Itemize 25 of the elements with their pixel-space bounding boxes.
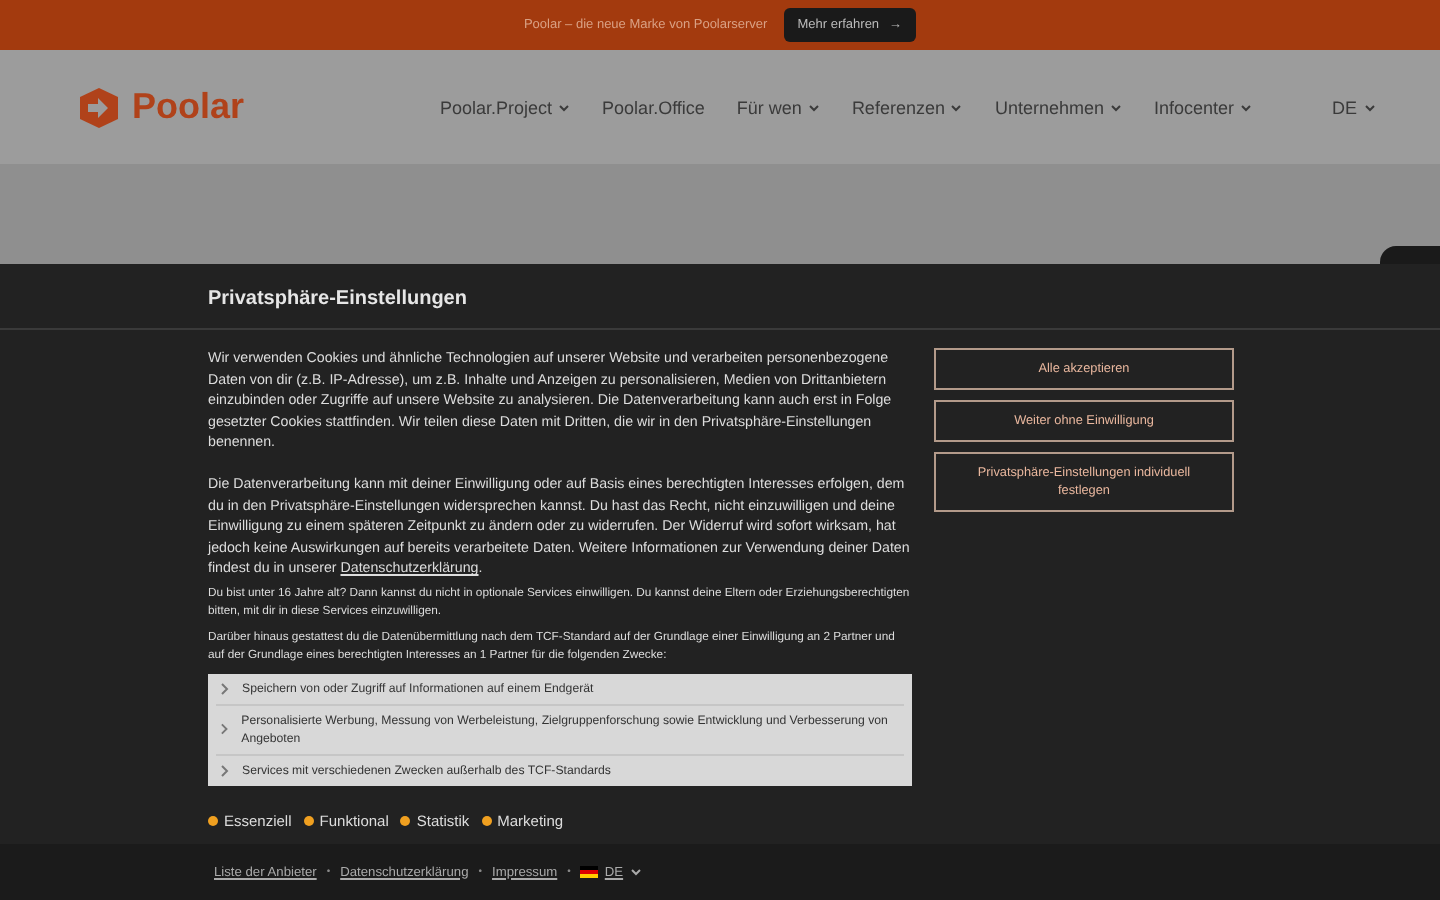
language-selector[interactable]: DE (1332, 97, 1376, 117)
nav-link[interactable]: Poolar.Office (602, 97, 705, 117)
caret-icon (1110, 103, 1123, 111)
nav-link[interactable]: Unternehmen (994, 97, 1123, 117)
nav-link[interactable]: Referenzen (851, 97, 963, 117)
flag-icon (580, 866, 599, 878)
category-dot (208, 815, 218, 826)
category-dot (400, 815, 411, 826)
nav-link[interactable]: Infocenter (1154, 97, 1253, 117)
caret-icon (1363, 103, 1376, 111)
caret-icon (1240, 103, 1253, 111)
caret-icon (950, 103, 963, 111)
nav-link[interactable]: Für wen (736, 97, 820, 117)
category-dot (481, 815, 492, 826)
nav-link[interactable]: Poolar.Project (440, 97, 571, 117)
chevron-icon (220, 681, 230, 696)
logo-icon (78, 87, 120, 127)
chevron-icon (220, 722, 230, 737)
caret-icon (807, 103, 820, 111)
category-dot (303, 815, 314, 826)
dialog-title: Privatsphäre-Einstellungen (0, 264, 1440, 330)
caret-icon (629, 868, 642, 876)
logo-text: Poolar (132, 86, 245, 128)
caret-icon (558, 103, 571, 111)
chevron-icon (220, 763, 230, 778)
